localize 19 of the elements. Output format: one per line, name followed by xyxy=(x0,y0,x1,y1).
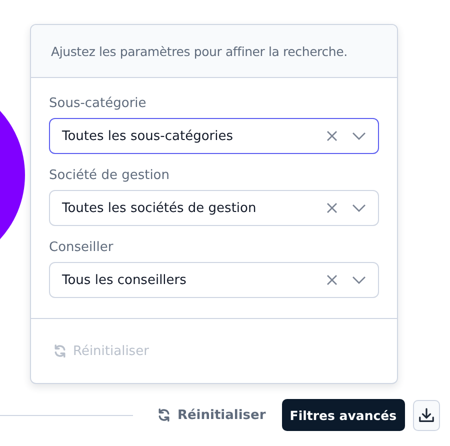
select-field[interactable]: Toutes les sous-catégories xyxy=(49,118,379,154)
chevron-down-icon[interactable] xyxy=(352,276,366,284)
download-button[interactable] xyxy=(412,400,440,430)
field-label: Société de gestion xyxy=(49,168,170,183)
refresh-icon xyxy=(53,344,67,358)
select-field[interactable]: Toutes les sociétés de gestion xyxy=(49,190,379,226)
field-label: Conseiller xyxy=(49,240,114,255)
chevron-down-icon[interactable] xyxy=(352,132,366,140)
reset-button[interactable]: Réinitialiser xyxy=(157,408,266,422)
select-field[interactable]: Tous les conseillers xyxy=(49,262,379,298)
clear-icon[interactable] xyxy=(326,130,338,142)
field-label: Sous-catégorie xyxy=(49,96,148,111)
download-icon xyxy=(418,406,435,424)
chevron-down-icon[interactable] xyxy=(352,204,366,212)
description-text: Ajustez les paramètres pour affiner la recherche. xyxy=(51,44,348,58)
refresh-icon xyxy=(157,408,172,422)
advanced-filters-button[interactable]: Filtres avancés xyxy=(282,399,405,431)
clear-icon[interactable] xyxy=(326,202,338,214)
clear-icon[interactable] xyxy=(326,274,338,286)
